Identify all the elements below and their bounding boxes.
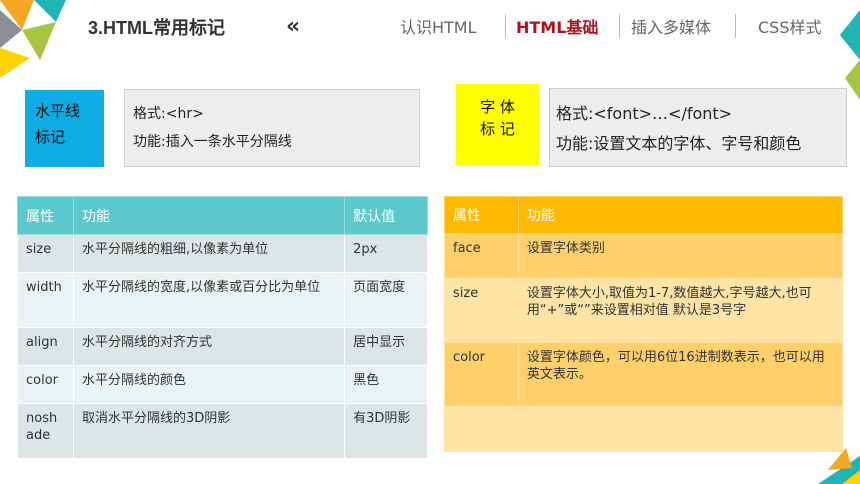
- font-badge-line1: 字 体: [480, 98, 515, 116]
- desc-cell: 设置字体类别: [517, 233, 844, 279]
- nav-item-html-intro[interactable]: 认识HTML: [400, 14, 477, 38]
- deco-triangle-green-right: [845, 60, 860, 100]
- hr-info-box: 格式:<hr> 功能:插入一条水平分隔线: [124, 89, 420, 167]
- table-row: color 设置字体颜色，可以用6位16进制数表示，也可以用英文表示。: [444, 342, 844, 407]
- font-info-box: 格式:<font>…</font> 功能:设置文本的字体、字号和颜色: [549, 88, 847, 167]
- default-cell: 2px: [344, 234, 428, 273]
- desc-cell: 水平分隔线的颜色: [72, 365, 346, 404]
- desc-cell: 设置字体大小,取值为1-7,数值越大,字号越大,也可用“+”或“”来设置相对值 …: [517, 278, 844, 343]
- page-title: 3.HTML常用标记: [88, 18, 225, 38]
- hr-format: 格式:<hr>: [133, 106, 204, 122]
- desc-cell: 水平分隔线的宽度,以像素或百分比为单位: [72, 272, 346, 328]
- column-header: 属性: [444, 196, 519, 234]
- column-header: 属性: [17, 196, 74, 235]
- table-row: size 水平分隔线的粗细,以像素为单位 2px: [17, 234, 428, 273]
- table-row: width 水平分隔线的宽度,以像素或百分比为单位 页面宽度: [17, 272, 428, 328]
- table-header-row: 属性 功能 默认值: [17, 196, 428, 235]
- nav-item-multimedia[interactable]: 插入多媒体: [631, 14, 711, 38]
- hr-attributes-table: 属性 功能 默认值 size 水平分隔线的粗细,以像素为单位 2px width…: [17, 196, 428, 459]
- table-row: noshade 取消水平分隔线的3D阴影 有3D阴影: [17, 403, 428, 459]
- nav-item-css[interactable]: CSS样式: [758, 14, 822, 38]
- attr-cell: align: [17, 327, 74, 366]
- font-function: 功能:设置文本的字体、字号和颜色: [556, 134, 802, 153]
- nav-divider: [505, 14, 506, 38]
- attr-cell: color: [444, 342, 519, 407]
- table-header-row: 属性 功能: [444, 196, 844, 234]
- table-row: color 水平分隔线的颜色 黑色: [17, 365, 428, 404]
- attr-cell: size: [444, 278, 519, 343]
- deco-triangle-green-left: [22, 22, 56, 60]
- font-attributes-table: 属性 功能 face 设置字体类别 size 设置字体大小,取值为1-7,数值越…: [444, 196, 844, 452]
- attr-cell: noshade: [17, 403, 74, 459]
- deco-triangle-orange-top: [0, 0, 34, 30]
- deco-triangle-gray-left: [0, 10, 22, 48]
- deco-triangle-teal-bottom: [818, 456, 860, 484]
- table-row: size 设置字体大小,取值为1-7,数值越大,字号越大,也可用“+”或“”来设…: [444, 278, 844, 343]
- deco-triangle-yellow-left: [0, 48, 30, 78]
- deco-triangle-teal-top: [34, 0, 66, 22]
- column-header: 功能: [72, 196, 346, 235]
- hr-badge-line2: 标记: [35, 128, 66, 146]
- hr-badge-line1: 水平线: [35, 102, 81, 120]
- attr-cell: color: [17, 365, 74, 404]
- default-cell: 有3D阴影: [344, 403, 428, 459]
- attr-cell: size: [17, 234, 74, 273]
- desc-cell: 水平分隔线的对齐方式: [72, 327, 346, 366]
- back-chevron-icon[interactable]: «: [286, 14, 300, 39]
- attr-cell: face: [444, 233, 519, 279]
- font-format: 格式:<font>…</font>: [556, 104, 733, 123]
- font-badge-line2: 标 记: [480, 120, 515, 138]
- nav-divider: [735, 14, 736, 38]
- deco-triangle-yellow-bottom: [842, 470, 860, 484]
- table-row: face 设置字体类别: [444, 233, 844, 279]
- desc-cell: [517, 406, 844, 452]
- hr-function: 功能:插入一条水平分隔线: [133, 134, 292, 150]
- desc-cell: 水平分隔线的粗细,以像素为单位: [72, 234, 346, 273]
- deco-triangle-teal-right: [840, 10, 860, 60]
- desc-cell: 设置字体颜色，可以用6位16进制数表示，也可以用英文表示。: [517, 342, 844, 407]
- table-row: align 水平分隔线的对齐方式 居中显示: [17, 327, 428, 366]
- table-row: [444, 406, 844, 452]
- hr-tag-badge: 水平线 标记: [25, 90, 104, 167]
- column-header: 功能: [517, 196, 844, 234]
- column-header: 默认值: [344, 196, 428, 235]
- nav-item-html-basics[interactable]: HTML基础: [516, 14, 598, 38]
- default-cell: 黑色: [344, 365, 428, 404]
- attr-cell: [444, 406, 519, 452]
- default-cell: 居中显示: [344, 327, 428, 366]
- attr-cell: width: [17, 272, 74, 328]
- font-tag-badge: 字 体 标 记: [456, 84, 539, 165]
- nav-divider: [619, 14, 620, 38]
- desc-cell: 取消水平分隔线的3D阴影: [72, 403, 346, 459]
- default-cell: 页面宽度: [344, 272, 428, 328]
